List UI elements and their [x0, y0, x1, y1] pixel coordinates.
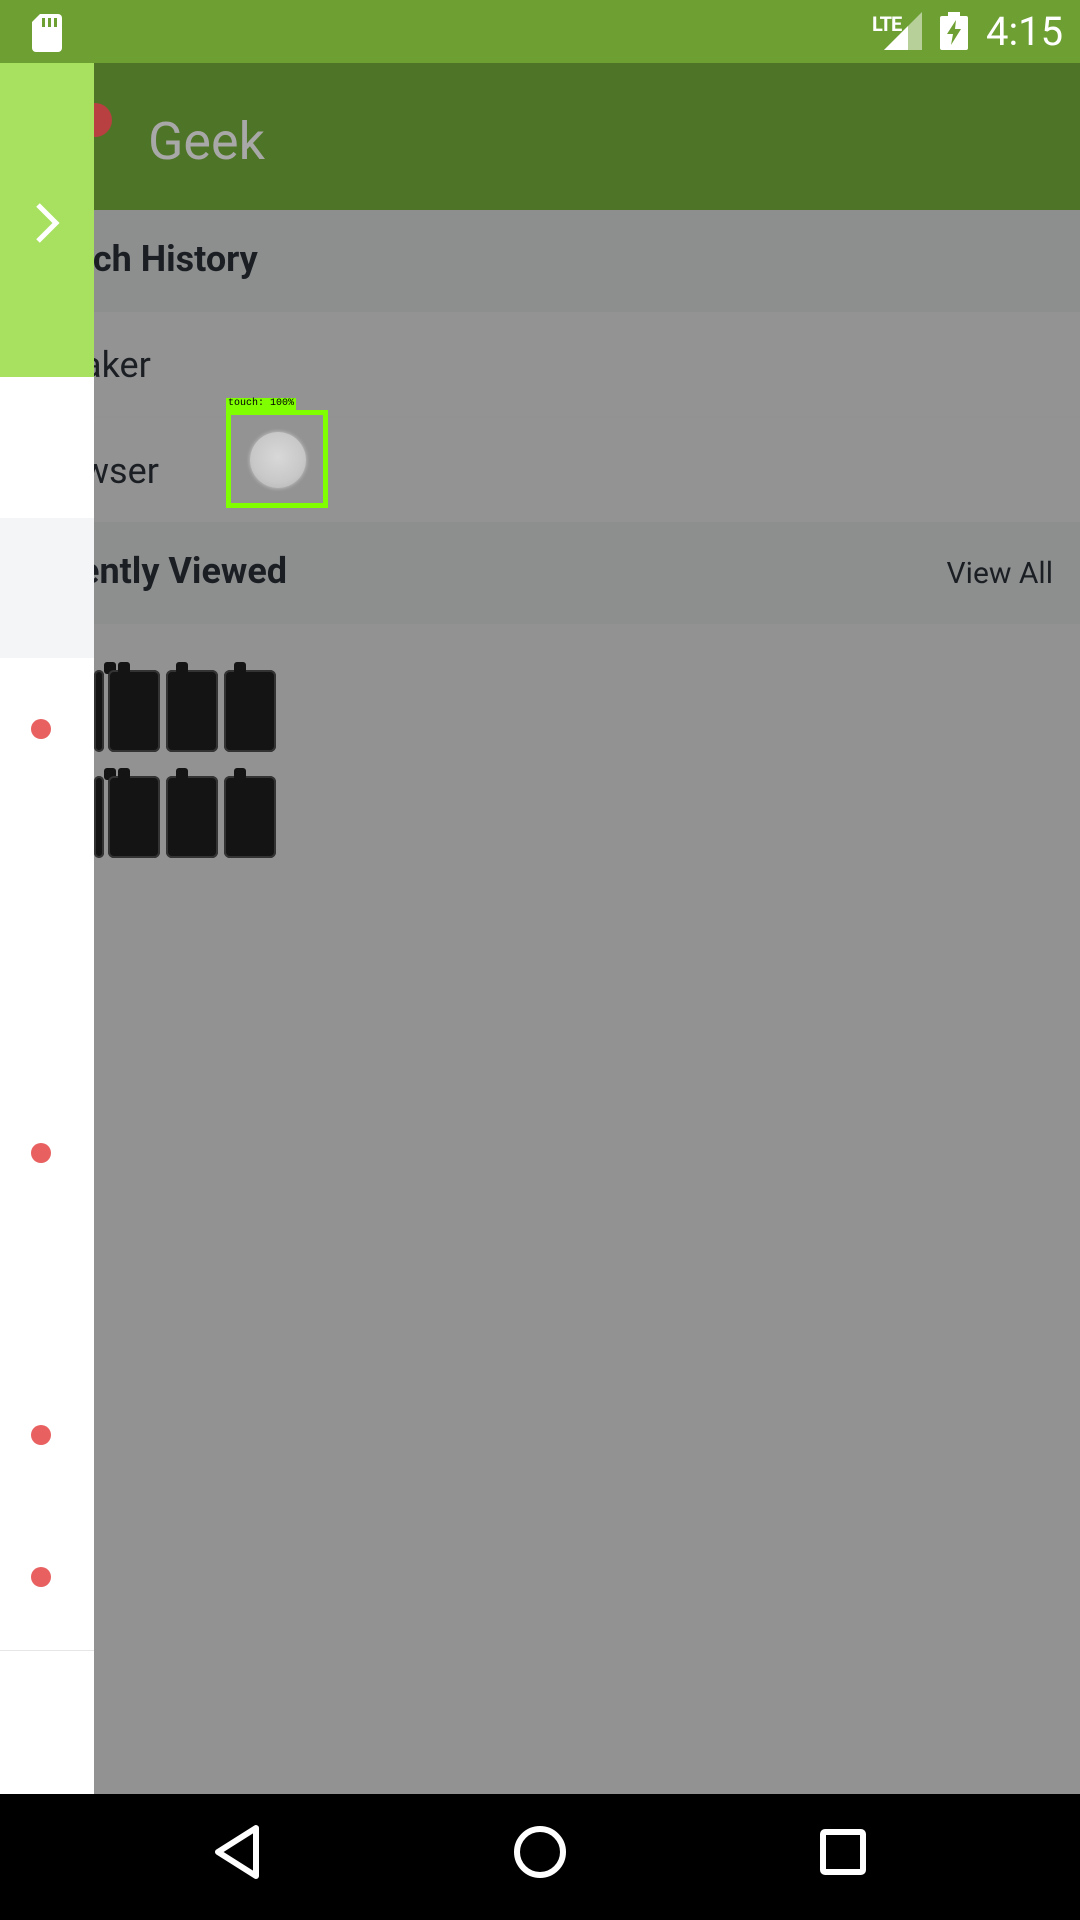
product-thumbnail [94, 768, 116, 858]
battery-charging-icon [940, 12, 968, 50]
app-bar: Geek [0, 63, 1080, 210]
notification-dot [31, 1143, 51, 1163]
recents-icon[interactable] [818, 1824, 868, 1880]
drawer-divider [0, 1650, 94, 1651]
product-thumbnail [108, 662, 160, 752]
touch-indicator-label: touch: 100% [226, 398, 297, 410]
home-icon[interactable] [512, 1824, 568, 1880]
product-thumbnail [224, 662, 276, 752]
back-icon[interactable] [212, 1824, 262, 1880]
side-drawer [0, 63, 94, 1794]
system-nav-bar [0, 1794, 1080, 1920]
drawer-toggle-button[interactable] [0, 63, 94, 377]
notification-dot [31, 719, 51, 739]
sd-card-icon [32, 14, 62, 52]
status-bar: LTE 4:15 [0, 0, 1080, 63]
search-history-item[interactable]: aker [0, 312, 1080, 416]
notification-dot [31, 1425, 51, 1445]
chevron-right-icon [36, 203, 60, 243]
drawer-highlight-band [0, 518, 94, 658]
signal-icon [884, 12, 922, 50]
clock: 4:15 [986, 8, 1064, 55]
product-thumbnail [166, 662, 218, 752]
product-thumbnail [108, 768, 160, 858]
touch-point [250, 432, 306, 488]
search-history-header: rch History [0, 210, 1080, 312]
recently-viewed-header: ently Viewed View All [0, 522, 1080, 624]
view-all-link[interactable]: View All [947, 556, 1053, 591]
search-history-item[interactable]: wser [0, 418, 1080, 522]
product-thumbnail [224, 768, 276, 858]
recently-viewed-title: ently Viewed [80, 550, 288, 592]
product-thumbnail [94, 662, 116, 752]
notification-dot [31, 1567, 51, 1587]
search-history-title: rch History [80, 238, 258, 280]
product-thumbnail [166, 768, 218, 858]
app-title: Geek [148, 111, 265, 172]
